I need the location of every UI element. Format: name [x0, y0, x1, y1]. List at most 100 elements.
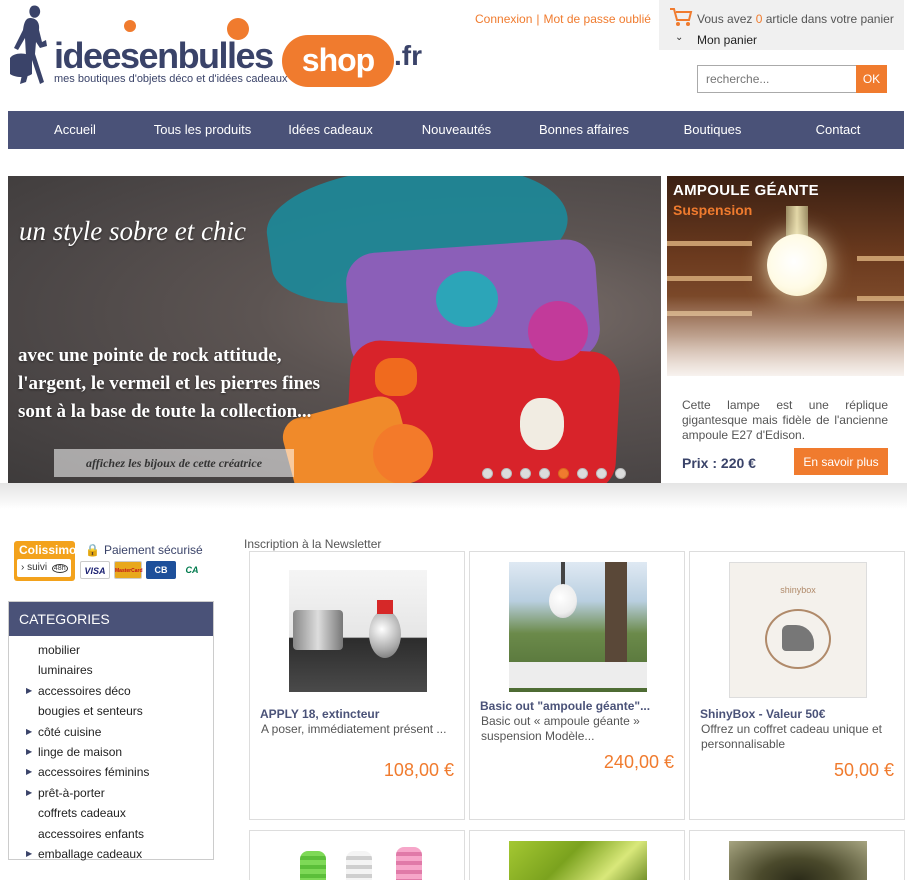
product-card[interactable]: [469, 830, 685, 880]
logo-shop-pill: shop: [282, 35, 394, 87]
product-card[interactable]: [249, 830, 465, 880]
expand-arrow-icon[interactable]: ▶: [26, 681, 32, 701]
pot-shape: [293, 610, 343, 650]
slider-dot[interactable]: [482, 468, 493, 479]
nav-item-idees-cadeaux[interactable]: Idées cadeaux: [263, 111, 398, 149]
shelf: [857, 256, 904, 261]
colissimo-title: Colissimo: [19, 543, 77, 557]
category-item[interactable]: ▶ accessoires déco: [9, 681, 213, 701]
nav-item-accueil[interactable]: Accueil: [8, 111, 142, 149]
category-label: accessoires enfants: [38, 826, 145, 841]
newsletter-link[interactable]: Inscription à la Newsletter: [244, 537, 381, 551]
hero-slider[interactable]: un style sobre et chic avec une pointe d…: [8, 176, 661, 483]
categories-title: CATEGORIES: [9, 602, 213, 636]
cart-summary[interactable]: Vous avez 0 article dans votre panier ⌄ …: [659, 0, 904, 50]
slider-dot[interactable]: [577, 468, 588, 479]
peace-charm-icon: [373, 424, 433, 483]
categories-list: mobilier luminaires ▶ accessoires déco bougi…: [9, 636, 213, 864]
cart-status: Vous avez 0 article dans votre panier: [697, 12, 894, 26]
slider-dot[interactable]: [539, 468, 550, 479]
promo-description: Cette lampe est une réplique gigantesque…: [682, 398, 888, 442]
login-link[interactable]: Connexion: [475, 12, 532, 26]
category-item[interactable]: ▶ accessoires féminins: [9, 762, 213, 782]
shelf: [667, 241, 752, 246]
product-image: [729, 841, 867, 880]
nav-item-contact[interactable]: Contact: [772, 111, 904, 149]
hero-text-line: sont à la base de toute la collection...: [18, 401, 312, 422]
nav-item-boutiques[interactable]: Boutiques: [653, 111, 772, 149]
category-label: emballage cadeaux: [38, 846, 143, 861]
main-nav: Accueil Tous les produits Idées cadeaux …: [8, 111, 904, 149]
extinguisher-handle: [377, 600, 393, 614]
category-item[interactable]: luminaires: [9, 660, 213, 680]
product-card[interactable]: APPLY 18, extincteur A poser, immédiatem…: [249, 551, 465, 820]
product-image: [296, 847, 426, 880]
promo-subtitle: Suspension: [673, 202, 753, 218]
product-description: Basic out « ampoule géante » suspension …: [481, 714, 640, 743]
category-item[interactable]: ▶ linge de maison: [9, 742, 213, 762]
category-label: mobilier: [38, 643, 81, 657]
expand-arrow-icon[interactable]: ▶: [26, 762, 32, 782]
slider-dot[interactable]: [596, 468, 607, 479]
search-input[interactable]: [697, 65, 857, 93]
my-cart-link[interactable]: Mon panier: [697, 33, 757, 47]
secure-payment-label: Paiement sécurisé: [103, 543, 203, 557]
category-item[interactable]: ▶ prêt-à-porter: [9, 783, 213, 803]
slider-dot[interactable]: [558, 468, 569, 479]
account-separator: |: [536, 12, 540, 26]
skull-bead-icon: [375, 358, 417, 396]
expand-arrow-icon[interactable]: ▶: [26, 783, 32, 803]
promo-price: Prix : 220 €: [682, 455, 756, 471]
product-card[interactable]: shinybox ShinyBox - Valeur 50€ Offrez un…: [689, 551, 905, 820]
site-logo[interactable]: ideesenbulles shop .fr mes boutiques d'o…: [6, 2, 426, 98]
expand-arrow-icon[interactable]: ▶: [26, 742, 32, 762]
logo-bubble-small: [124, 20, 136, 32]
expand-arrow-icon[interactable]: ▶: [26, 844, 32, 864]
slider-dot[interactable]: [520, 468, 531, 479]
nav-item-tous-les-produits[interactable]: Tous les produits: [142, 111, 263, 149]
product-image: shinybox: [729, 562, 867, 698]
product-card[interactable]: [689, 830, 905, 880]
slider-dot[interactable]: [501, 468, 512, 479]
lightbulb-icon: [767, 234, 827, 296]
nav-item-nouveautes[interactable]: Nouveautés: [398, 111, 515, 149]
logo-tagline: mes boutiques d'objets déco et d'idées c…: [54, 73, 288, 85]
hero-cta-button[interactable]: affichez les bijoux de cette créatrice: [54, 449, 294, 477]
account-links: Connexion | Mot de passe oublié: [475, 12, 651, 26]
product-card[interactable]: Basic out "ampoule géante"... Basic out …: [469, 551, 685, 820]
product-description: A poser, immédiatement présent ...: [261, 722, 447, 736]
expand-arrow-icon[interactable]: ▶: [26, 722, 32, 742]
category-label: luminaires: [38, 663, 93, 678]
product-image: [289, 570, 427, 692]
category-item[interactable]: mobilier: [9, 640, 213, 660]
category-label: coffrets cadeaux: [38, 806, 126, 821]
slider-shadow: [0, 483, 907, 509]
product-name[interactable]: Basic out "ampoule géante"...: [480, 699, 650, 713]
category-label: linge de maison: [38, 744, 123, 759]
category-item[interactable]: ▶ côté cuisine: [9, 722, 213, 742]
visa-card-icon: VISA: [80, 561, 110, 579]
skull-bead-icon: [520, 398, 564, 450]
promo-card[interactable]: AMPOULE GÉANTE Suspension Cette lampe es…: [667, 176, 904, 483]
product-price: 240,00 €: [603, 752, 674, 772]
colissimo-badge: Colissimo › suivi 48h: [14, 541, 77, 581]
category-item[interactable]: ▶ emballage cadeaux: [9, 844, 213, 864]
product-name[interactable]: ShinyBox - Valeur 50€: [700, 707, 825, 721]
slider-dot[interactable]: [615, 468, 626, 479]
colissimo-tracking: › suivi 48h: [17, 559, 71, 577]
forgot-password-link[interactable]: Mot de passe oublié: [544, 12, 651, 26]
search-button[interactable]: OK: [856, 65, 887, 93]
lamp-cord: [561, 562, 565, 586]
category-item[interactable]: coffrets cadeaux: [9, 803, 213, 823]
promo-fade: [667, 296, 904, 386]
credit-agricole-icon: CA: [180, 561, 204, 579]
chevron-down-icon[interactable]: ⌄: [675, 32, 683, 43]
category-item[interactable]: bougies et senteurs: [9, 701, 213, 721]
product-price: 50,00 €: [833, 760, 894, 780]
product-description: Offrez un coffret cadeau unique et perso…: [701, 722, 883, 751]
promo-more-button[interactable]: En savoir plus: [794, 448, 888, 475]
cart-count: 0: [755, 12, 763, 26]
product-name[interactable]: APPLY 18, extincteur: [260, 707, 379, 721]
category-item[interactable]: accessoires enfants: [9, 824, 213, 844]
nav-item-bonnes-affaires[interactable]: Bonnes affaires: [515, 111, 653, 149]
